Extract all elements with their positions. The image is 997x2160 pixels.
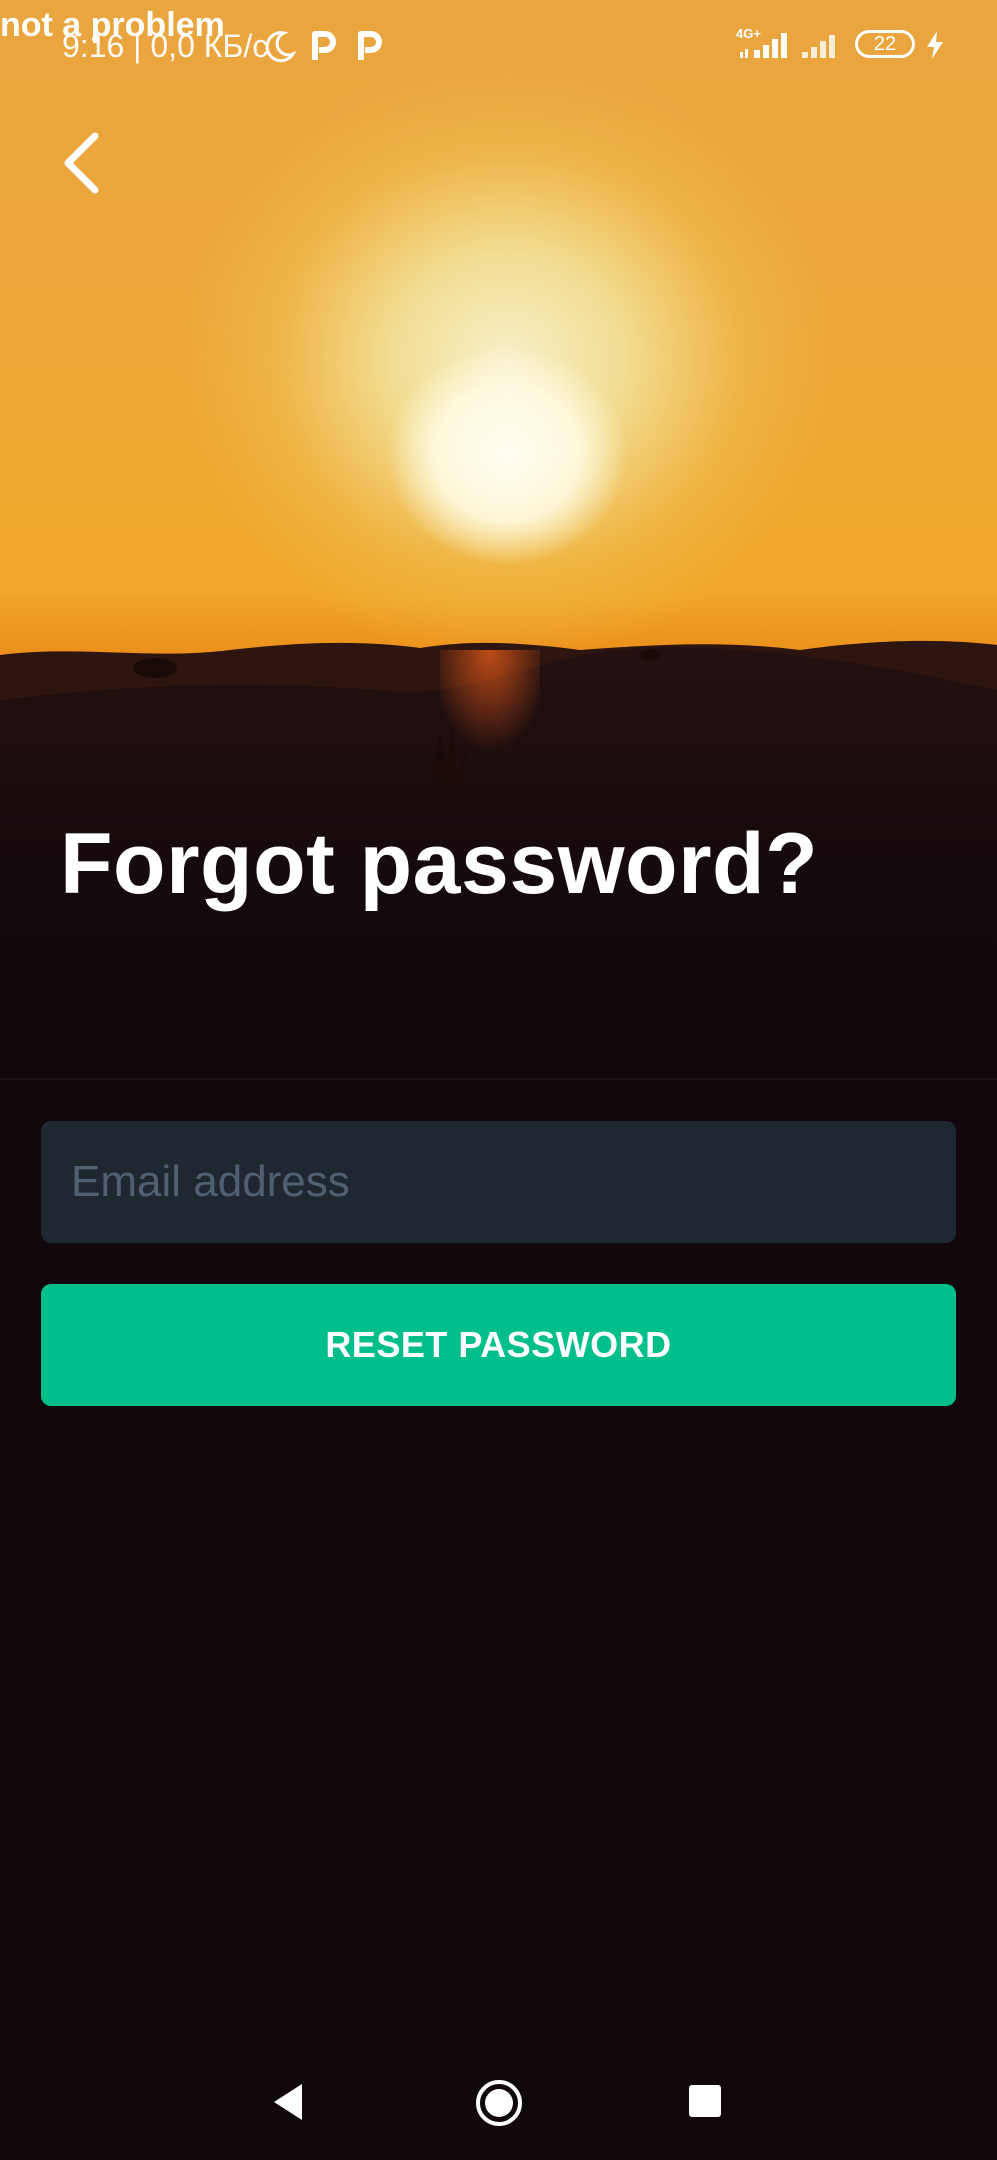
signal-strength-icon-2 xyxy=(800,30,842,65)
overlay-caption: not a problem xyxy=(0,6,225,44)
page-title: Forgot password? xyxy=(60,816,819,912)
circle-home-icon[interactable] xyxy=(474,2078,524,2133)
reset-password-button[interactable]: RESET PASSWORD xyxy=(41,1284,956,1406)
system-navigation-bar xyxy=(0,2060,997,2140)
back-button[interactable] xyxy=(40,118,120,208)
triangle-back-icon[interactable] xyxy=(270,2082,306,2127)
section-divider xyxy=(0,1078,997,1080)
hero-sunset-image xyxy=(0,0,997,1080)
battery-icon: 22 xyxy=(855,30,915,58)
chevron-left-icon xyxy=(64,132,99,194)
parking-app-icon-2 xyxy=(356,30,384,67)
charging-bolt-icon xyxy=(925,30,945,65)
square-recents-icon[interactable] xyxy=(688,2084,722,2123)
desert-silhouette xyxy=(0,640,997,1080)
forgot-password-screen: 9:16 | 0,0 КБ/с 4G+ 22 not a problem For… xyxy=(0,0,997,2160)
battery-level: 22 xyxy=(873,33,897,55)
parking-app-icon xyxy=(310,30,338,67)
moon-icon xyxy=(264,30,297,69)
email-input[interactable] xyxy=(41,1121,956,1243)
signal-strength-icon xyxy=(740,30,792,65)
